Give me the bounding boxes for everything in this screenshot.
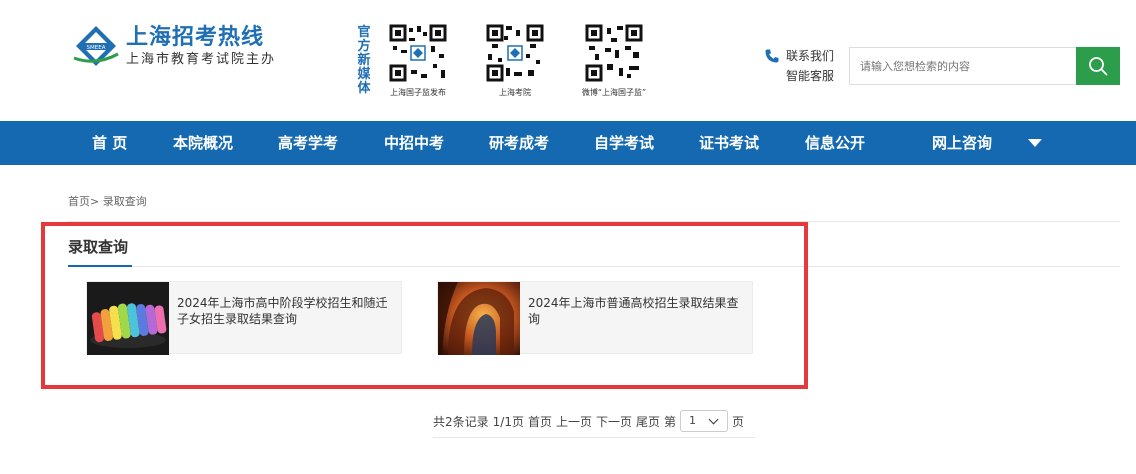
- nav-item-zixue[interactable]: 自学考试: [594, 121, 654, 165]
- page-select[interactable]: 1: [680, 410, 729, 432]
- nav-item-yankao[interactable]: 研考成考: [489, 121, 549, 165]
- pagination: 共2条记录 1/1页 首页 上一页 下一页 尾页 第 1 页: [433, 409, 748, 433]
- qr-code-guozijian: 上海国子监发布: [388, 24, 448, 98]
- pager-pages: 1/1页: [492, 414, 524, 429]
- search-button[interactable]: [1076, 47, 1120, 85]
- qr-code-weibo: 微博“上海国子监”: [578, 24, 650, 98]
- nav-item-xinxi[interactable]: 信息公开: [805, 121, 865, 165]
- official-media-label: 官方新媒体: [357, 25, 371, 96]
- logo-badge-text: SMEEA: [87, 45, 106, 51]
- pager-prefix: 第: [664, 414, 677, 429]
- site-logo[interactable]: SMEEA 上海招考热线 上海市教育考试院主办: [72, 22, 276, 70]
- pager-prev[interactable]: 上一页: [556, 413, 592, 430]
- site-header: SMEEA 上海招考热线 上海市教育考试院主办 官方新媒体 上海国子监发布 上海…: [0, 0, 1136, 121]
- breadcrumb-current[interactable]: 录取查询: [103, 195, 147, 208]
- nav-item-home[interactable]: 首 页: [92, 121, 127, 165]
- contact-link[interactable]: 联系我们: [764, 45, 834, 67]
- page-select-value: 1: [689, 414, 697, 427]
- logo-emblem-icon: SMEEA: [72, 22, 120, 70]
- breadcrumb-home[interactable]: 首页>: [68, 195, 99, 208]
- qr-caption: 上海考院: [499, 88, 531, 97]
- pager-total: 共2条记录: [433, 414, 489, 429]
- search-icon: [1089, 57, 1108, 76]
- highlight-box: [41, 222, 808, 389]
- phone-icon: [764, 48, 780, 64]
- main-nav: 首 页 本院概况 高考学考 中招中考 研考成考 自学考试 证书考试 信息公开 网…: [0, 121, 1136, 165]
- qr-caption: 上海国子监发布: [390, 88, 446, 97]
- qr-code-image: [585, 24, 643, 82]
- nav-item-zhongkao[interactable]: 中招中考: [384, 121, 444, 165]
- search-input[interactable]: [850, 48, 1076, 84]
- pager-divider: [433, 437, 755, 438]
- nav-item-zixun[interactable]: 网上咨询: [932, 121, 992, 165]
- nav-more-caret-icon[interactable]: [1028, 139, 1042, 147]
- contact-block: 联系我们 智能客服: [764, 45, 834, 85]
- pager-suffix: 页: [732, 414, 745, 429]
- search-bar: [849, 47, 1120, 85]
- pager-first[interactable]: 首页: [528, 413, 552, 430]
- qr-code-image: [389, 24, 447, 82]
- qr-caption: 微博“上海国子监”: [581, 88, 647, 97]
- pager-last[interactable]: 尾页: [636, 413, 660, 430]
- contact-label: 联系我们: [786, 49, 835, 63]
- nav-item-zhengshu[interactable]: 证书考试: [699, 121, 759, 165]
- nav-item-gaokao[interactable]: 高考学考: [278, 121, 338, 165]
- nav-item-about[interactable]: 本院概况: [173, 121, 233, 165]
- breadcrumb: 首页> 录取查询: [68, 193, 147, 209]
- pager-next[interactable]: 下一页: [596, 413, 632, 430]
- smart-service-link[interactable]: 智能客服: [764, 67, 834, 85]
- qr-code-kaoyuan: 上海考院: [485, 24, 545, 98]
- chevron-down-icon: [708, 414, 719, 425]
- site-subtitle: 上海市教育考试院主办: [126, 52, 277, 67]
- site-title: 上海招考热线: [126, 24, 265, 50]
- qr-code-image: [486, 24, 544, 82]
